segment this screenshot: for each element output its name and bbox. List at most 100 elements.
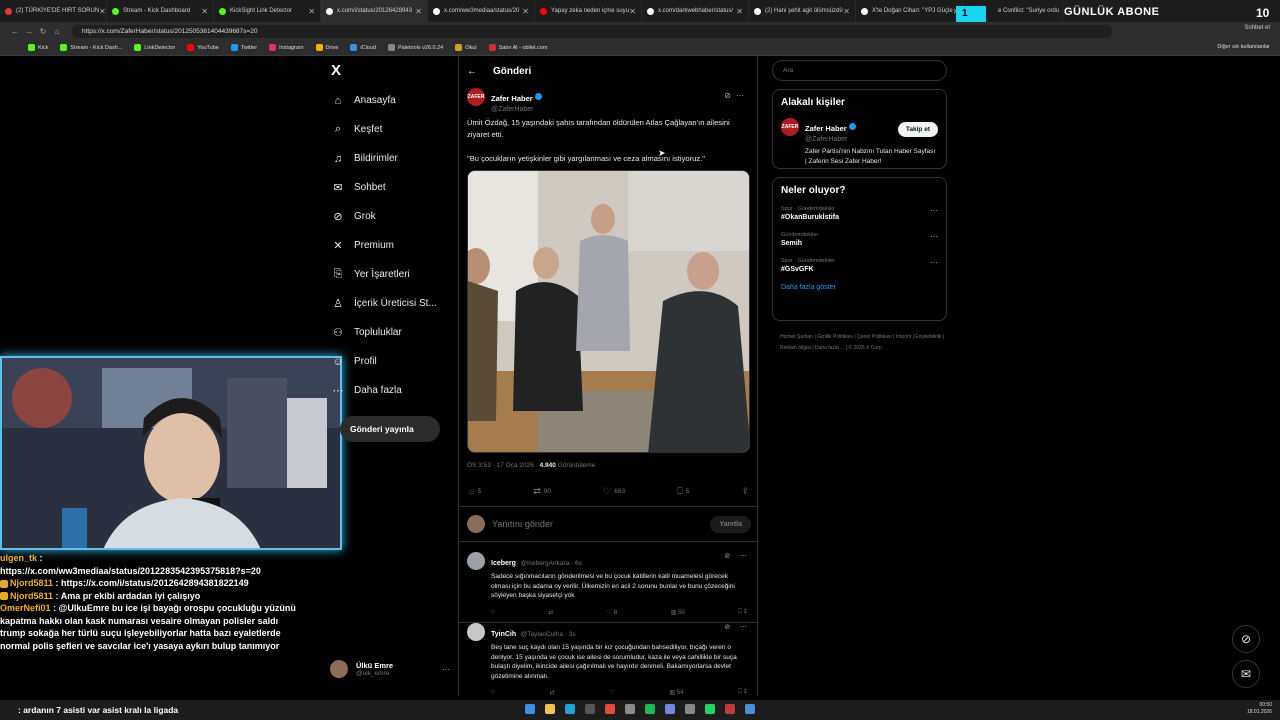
bookmark-item[interactable]: Instagram [269, 44, 304, 51]
bookmark-item[interactable]: Kick [28, 44, 48, 51]
views-button[interactable]: ▥ 50 [671, 609, 685, 616]
bookmark-item[interactable]: Okul [455, 44, 477, 51]
whatsapp-icon[interactable] [705, 704, 715, 714]
more-icon[interactable]: ⋯ [930, 206, 938, 215]
footer-link[interactable]: Reklam bilgisi [780, 345, 811, 351]
sidebar-item[interactable]: ✕ Premium [328, 231, 458, 260]
post-author[interactable]: ZAFER Zafer Haber @ZaferHaber [467, 88, 542, 113]
url-input[interactable]: https://x.com/ZaferHaber/status/20125053… [72, 24, 1112, 38]
reply-avatar[interactable] [467, 552, 485, 570]
footer-link[interactable]: Imprint [896, 334, 911, 340]
x-logo[interactable]: X [331, 62, 341, 79]
chat-username[interactable]: Njord5811 [10, 591, 53, 601]
author-name[interactable]: Zafer Haber [491, 94, 533, 103]
browser-tab[interactable]: x.com/i/status/20126428943 ✕ [321, 0, 428, 22]
reply-author-name[interactable]: Iceberg [491, 560, 516, 567]
like-button[interactable]: ♡ 683 [603, 486, 625, 497]
close-tab-icon[interactable]: ✕ [415, 7, 422, 16]
repost-button[interactable]: ⇄ 90 [533, 486, 551, 497]
sidebar-item[interactable]: ⎘ Yer İşaretleri [328, 260, 458, 289]
reply-button[interactable]: ○ 5 [469, 486, 481, 497]
bookmark-icon[interactable]: ⎕ ⇪ [738, 689, 747, 696]
sidebar-item[interactable]: ✉ Sohbet [328, 173, 458, 202]
reply-submit-button[interactable]: Yanıtla [710, 515, 751, 533]
post-photo[interactable] [467, 170, 750, 453]
footer-link[interactable]: Daha fazla ... [815, 345, 844, 351]
search-input[interactable]: Ara [772, 60, 947, 81]
back-arrow-icon[interactable]: ← [467, 66, 477, 77]
reply-author-handle[interactable]: @IcebergAnkara · 6s [520, 560, 582, 567]
related-name[interactable]: Zafer Haber [805, 124, 847, 133]
edge-icon[interactable] [565, 704, 575, 714]
steam-icon[interactable] [585, 704, 595, 714]
chat-ai-button[interactable]: Sohbet et [1244, 25, 1270, 31]
messages-float-icon[interactable]: ✉ [1232, 660, 1260, 688]
spotify-icon[interactable] [645, 704, 655, 714]
more-icon[interactable]: ⋯ [930, 232, 938, 241]
forward-icon[interactable]: → [22, 27, 36, 36]
post-time[interactable]: ÖS 3:53 · 17 Oca 2026 · [467, 462, 540, 469]
chat-username[interactable]: ulgen_tk [0, 553, 37, 563]
author-avatar[interactable]: ZAFER [467, 88, 485, 106]
browser-tab[interactable]: Yapay zeka neden içme suyu ✕ [535, 0, 642, 22]
bookmark-item[interactable]: Satın Al - obilet.com [488, 44, 547, 51]
app-icon[interactable] [685, 704, 695, 714]
views-button[interactable]: ▥ 54 [669, 689, 683, 696]
bookmark-item[interactable]: Drive [315, 44, 338, 51]
footer-link[interactable]: © 2026 X Corp. [848, 345, 883, 351]
like-button[interactable]: ♡ 8 [607, 609, 617, 616]
app-icon[interactable] [725, 704, 735, 714]
sidebar-item[interactable]: ☺ Profil [328, 347, 458, 376]
related-avatar[interactable]: ZAFER [781, 118, 799, 136]
browser-tab[interactable]: (2) Hani şehit agit ölümsüzdü ✕ [749, 0, 856, 22]
sidebar-item[interactable]: ⌂ Anasayfa [328, 86, 458, 115]
bookmark-button[interactable]: ⎕ 5 [677, 486, 689, 497]
reply-input[interactable]: Yanıtını gönder [492, 519, 553, 529]
footer-link[interactable]: Gizlilik Politikası [817, 334, 853, 340]
related-handle[interactable]: @ZaferHaber [805, 136, 856, 143]
footer-link[interactable]: Erişilebilirlik [915, 334, 941, 340]
reply-author-handle[interactable]: @TaylanCulha · 3s [521, 631, 576, 638]
more-icon[interactable]: ⋯ [930, 258, 938, 267]
grok-icon[interactable]: ⊘ [724, 91, 736, 100]
sidebar-item[interactable]: ♫ Bildirimler [328, 144, 458, 173]
close-tab-icon[interactable]: ✕ [629, 7, 636, 16]
repost-icon[interactable]: ⇄ [549, 689, 554, 696]
system-clock[interactable]: 00:50 18.01.2026 [1247, 702, 1272, 716]
share-button[interactable]: ⇪ [741, 486, 749, 497]
more-icon[interactable]: ⋯ [736, 91, 749, 100]
follow-button[interactable]: Takip et [897, 122, 938, 137]
bookmark-item[interactable]: iCloud [350, 44, 376, 51]
close-tab-icon[interactable]: ✕ [843, 7, 850, 16]
reply-author-name[interactable]: TyinCih [491, 631, 516, 638]
bookmark-icon[interactable]: ⎕ ⇪ [738, 609, 747, 616]
discord-icon[interactable] [665, 704, 675, 714]
bookmark-item[interactable]: Paletools v26.0.24 [387, 44, 443, 51]
sidebar-item[interactable]: ⌕ Keşfet [328, 115, 458, 144]
start-icon[interactable] [525, 704, 535, 714]
bookmark-item[interactable]: YouTube [187, 44, 219, 51]
reply-avatar[interactable] [467, 623, 485, 641]
browser-tab[interactable]: e Conflict: "Suriye ordu [993, 0, 1063, 22]
grok-float-icon[interactable]: ⊘ [1232, 625, 1260, 653]
author-handle[interactable]: @ZaferHaber [491, 106, 542, 113]
post-button[interactable]: Gönderi yayınla [340, 416, 440, 442]
other-bookmarks[interactable]: Diğer sık kullanılanlar [1217, 44, 1270, 50]
browser-tab[interactable]: Stream - Kick Dashboard ✕ [107, 0, 214, 22]
reply-icon[interactable]: ○ [491, 609, 495, 616]
bookmark-item[interactable]: Stream - Kick Dash... [60, 44, 122, 51]
close-tab-icon[interactable]: ✕ [522, 7, 529, 16]
sidebar-item[interactable]: ⊘ Grok [328, 202, 458, 231]
close-tab-icon[interactable]: ✕ [308, 7, 315, 16]
close-tab-icon[interactable]: ✕ [736, 7, 743, 16]
sidebar-item[interactable]: ♙ İçerik Üreticisi St... [328, 289, 458, 318]
bookmark-item[interactable]: Twitter [230, 44, 257, 51]
app-icon[interactable] [605, 704, 615, 714]
repost-icon[interactable]: ⇄ [548, 609, 553, 616]
app-icon[interactable] [745, 704, 755, 714]
trend-item[interactable]: Spor · Gündemdekiler #OkanBurukİstifa ⋯ [781, 206, 938, 221]
chat-username[interactable]: OmerNefi01 [0, 603, 51, 613]
sidebar-item[interactable]: ⋯ Daha fazla [328, 376, 458, 405]
refresh-icon[interactable]: ↻ [36, 27, 50, 36]
browser-tab[interactable]: x.com/darkwebhaber/status/✕ [642, 0, 749, 22]
